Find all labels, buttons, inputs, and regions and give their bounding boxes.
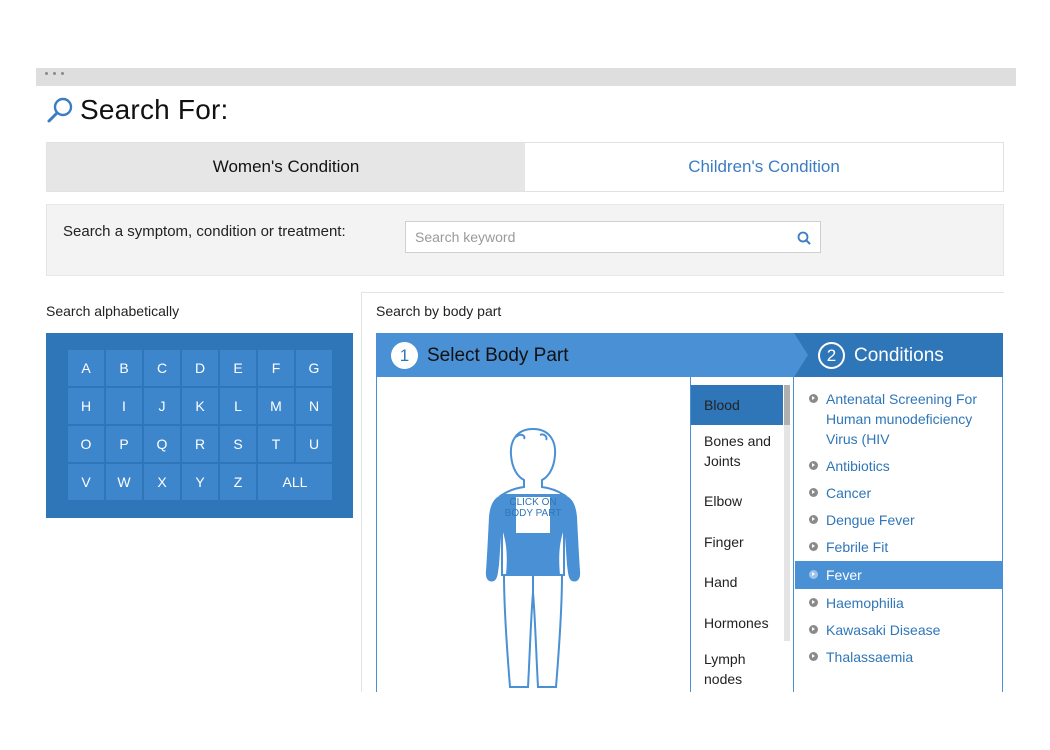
search-input[interactable] <box>406 222 786 252</box>
condition-item[interactable]: Haemophilia <box>795 589 1002 617</box>
body-part-heading: Search by body part <box>376 303 502 319</box>
arrow-bullet-icon <box>809 570 818 579</box>
step-bar: 1 Select Body Part 2 Conditions <box>376 333 1003 377</box>
alphabet-key-d[interactable]: D <box>182 350 218 386</box>
step1-number: 1 <box>391 342 418 369</box>
body-part-content: CLICK ON BODY PART Blood Bones and Joints… <box>376 377 1003 692</box>
condition-label: Febrile Fit <box>826 539 889 555</box>
alphabet-grid: A B C D E F G H I J K L M N O P Q R S T U V W X Y Z ALL <box>68 350 332 500</box>
window-menu-dots[interactable] <box>45 72 64 75</box>
condition-item[interactable]: Antibiotics <box>795 453 1002 480</box>
child-body-figure[interactable] <box>480 425 586 692</box>
arrow-bullet-icon <box>809 461 818 470</box>
alphabet-key-q[interactable]: Q <box>144 426 180 462</box>
alphabet-key-h[interactable]: H <box>68 388 104 424</box>
arrow-bullet-icon <box>809 542 818 551</box>
alphabet-key-u[interactable]: U <box>296 426 332 462</box>
search-label: Search a symptom, condition or treatment… <box>63 223 346 240</box>
click-on-body-part-hint: CLICK ON BODY PART <box>504 497 562 519</box>
body-part-item-lymph-nodes[interactable]: Lymph nodes <box>691 643 783 692</box>
step1-label: Select Body Part <box>427 344 569 366</box>
alphabet-key-b[interactable]: B <box>106 350 142 386</box>
alphabet-key-c[interactable]: C <box>144 350 180 386</box>
search-panel: Search a symptom, condition or treatment… <box>46 204 1004 276</box>
alphabet-key-l[interactable]: L <box>220 388 256 424</box>
body-part-list: Blood Bones and Joints Elbow Finger Hand Horm… <box>690 377 794 692</box>
condition-label: Antenatal Screening For Human munodefici… <box>826 391 977 447</box>
alphabet-key-s[interactable]: S <box>220 426 256 462</box>
arrow-bullet-icon <box>809 394 818 403</box>
arrow-bullet-icon <box>809 652 818 661</box>
step-select-body-part: 1 Select Body Part <box>391 342 569 369</box>
body-part-item-finger[interactable]: Finger <box>691 522 783 563</box>
alphabetical-heading: Search alphabetically <box>46 303 180 319</box>
alphabet-key-g[interactable]: G <box>296 350 332 386</box>
alphabet-key-x[interactable]: X <box>144 464 180 500</box>
body-part-item-hand[interactable]: Hand <box>691 562 783 603</box>
page-title: Search For: <box>80 94 229 125</box>
condition-tabs: Women's Condition Children's Condition <box>46 142 1004 192</box>
step2-label: Conditions <box>854 344 944 366</box>
alphabet-key-j[interactable]: J <box>144 388 180 424</box>
section-divider <box>362 292 1004 293</box>
condition-label: Haemophilia <box>826 595 904 611</box>
condition-item[interactable]: Cancer <box>795 480 1002 507</box>
step2-number: 2 <box>818 342 845 369</box>
condition-label: Dengue Fever <box>826 512 915 528</box>
alphabet-key-i[interactable]: I <box>106 388 142 424</box>
condition-label: Fever <box>826 567 862 583</box>
alphabet-key-e[interactable]: E <box>220 350 256 386</box>
body-part-item-elbow[interactable]: Elbow <box>691 481 783 522</box>
alphabet-key-w[interactable]: W <box>106 464 142 500</box>
body-list-scrollbar[interactable] <box>784 385 790 641</box>
alphabet-key-t[interactable]: T <box>258 426 294 462</box>
step-arrow <box>794 333 808 377</box>
body-figure-area: CLICK ON BODY PART <box>377 377 690 692</box>
condition-item[interactable]: Antenatal Screening For Human munodefici… <box>795 377 1002 453</box>
page-heading: Search For: <box>46 94 228 126</box>
arrow-bullet-icon <box>809 515 818 524</box>
alphabet-panel: A B C D E F G H I J K L M N O P Q R S T U V W X Y Z ALL <box>46 333 353 518</box>
condition-item[interactable]: Fever <box>795 561 1002 589</box>
alphabet-key-m[interactable]: M <box>258 388 294 424</box>
search-box <box>405 221 821 253</box>
scrollbar-thumb[interactable] <box>784 385 790 425</box>
alphabet-key-a[interactable]: A <box>68 350 104 386</box>
condition-item[interactable]: Thalassaemia <box>795 644 1002 671</box>
condition-label: Kawasaki Disease <box>826 622 941 638</box>
step-conditions: 2 Conditions <box>818 342 944 369</box>
alphabet-key-o[interactable]: O <box>68 426 104 462</box>
alphabet-key-r[interactable]: R <box>182 426 218 462</box>
alphabet-key-k[interactable]: K <box>182 388 218 424</box>
body-part-item-bones-and-joints[interactable]: Bones and Joints <box>691 425 783 481</box>
body-part-item-hormones[interactable]: Hormones <box>691 603 783 644</box>
alphabet-key-all[interactable]: ALL <box>258 464 332 500</box>
alphabet-key-y[interactable]: Y <box>182 464 218 500</box>
alphabet-key-p[interactable]: P <box>106 426 142 462</box>
arrow-bullet-icon <box>809 598 818 607</box>
condition-item[interactable]: Kawasaki Disease <box>795 617 1002 644</box>
condition-item[interactable]: Febrile Fit <box>795 534 1002 561</box>
condition-item[interactable]: Dengue Fever <box>795 507 1002 534</box>
body-part-item-blood[interactable]: Blood <box>691 385 783 425</box>
magnifier-icon <box>47 97 73 123</box>
alphabet-key-n[interactable]: N <box>296 388 332 424</box>
alphabet-key-v[interactable]: V <box>68 464 104 500</box>
arrow-bullet-icon <box>809 488 818 497</box>
conditions-list: Antenatal Screening For Human munodefici… <box>795 377 1002 692</box>
condition-label: Antibiotics <box>826 458 890 474</box>
tab-womens-condition[interactable]: Women's Condition <box>47 143 525 191</box>
condition-label: Thalassaemia <box>826 649 914 665</box>
arrow-bullet-icon <box>809 625 818 634</box>
tab-childrens-condition[interactable]: Children's Condition <box>525 143 1003 191</box>
column-divider <box>361 292 362 692</box>
condition-label: Cancer <box>826 485 872 501</box>
window-title-bar <box>36 68 1016 86</box>
alphabet-key-z[interactable]: Z <box>220 464 256 500</box>
alphabet-key-f[interactable]: F <box>258 350 294 386</box>
search-icon[interactable] <box>796 230 812 246</box>
